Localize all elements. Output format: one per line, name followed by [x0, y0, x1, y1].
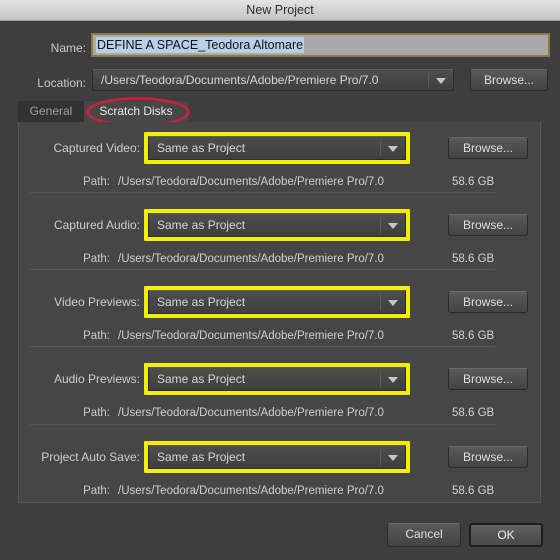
path-size-project-auto-save: 58.6 GB	[452, 485, 495, 497]
path-value-video-previews: /Users/Teodora/Documents/Adobe/Premiere …	[118, 330, 384, 342]
chevron-down-icon	[388, 455, 398, 461]
path-label-video-previews: Path:	[83, 330, 110, 342]
path-size-captured-video: 58.6 GB	[452, 176, 495, 188]
path-size-captured-audio: 58.6 GB	[452, 253, 495, 265]
select-project-auto-save[interactable]: Same as Project	[148, 445, 406, 469]
location-select-value: /Users/Teodora/Documents/Adobe/Premiere …	[101, 73, 379, 87]
select-captured-audio[interactable]: Same as Project	[148, 213, 406, 237]
section-divider	[30, 424, 495, 425]
project-name-value: DEFINE A SPACE_Teodora Altomare	[96, 37, 305, 53]
label-audio-previews: Audio Previews:	[53, 372, 140, 386]
select-captured-video[interactable]: Same as Project	[148, 136, 406, 160]
section-divider	[30, 192, 495, 193]
section-divider	[30, 269, 495, 270]
select-value-captured-video: Same as Project	[157, 141, 246, 155]
select-audio-previews[interactable]: Same as Project	[148, 367, 406, 391]
path-size-video-previews: 58.6 GB	[452, 330, 495, 342]
location-label: Location:	[37, 76, 86, 90]
select-separator	[380, 371, 381, 387]
browse-button-project-auto-save[interactable]: Browse...	[448, 446, 528, 468]
browse-button-audio-previews[interactable]: Browse...	[448, 368, 528, 390]
path-value-captured-audio: /Users/Teodora/Documents/Adobe/Premiere …	[118, 253, 384, 265]
path-label-project-auto-save: Path:	[83, 485, 110, 497]
location-select-separator	[428, 73, 429, 87]
tab-scratch-disks[interactable]: Scratch Disks	[84, 101, 188, 123]
select-separator	[380, 294, 381, 310]
label-project-auto-save: Project Auto Save:	[41, 450, 140, 464]
path-label-captured-video: Path:	[83, 176, 110, 188]
label-captured-video: Captured Video:	[53, 141, 140, 155]
select-value-video-previews: Same as Project	[157, 295, 246, 309]
window-title: New Project	[246, 3, 314, 17]
select-value-captured-audio: Same as Project	[157, 218, 246, 232]
path-label-audio-previews: Path:	[83, 407, 110, 419]
select-separator	[380, 140, 381, 156]
new-project-dialog: New Project Name: DEFINE A SPACE_Teodora…	[0, 0, 560, 560]
path-label-captured-audio: Path:	[83, 253, 110, 265]
project-name-input[interactable]: DEFINE A SPACE_Teodora Altomare	[92, 34, 549, 56]
location-browse-button[interactable]: Browse...	[470, 69, 548, 91]
select-value-audio-previews: Same as Project	[157, 372, 246, 386]
select-separator	[380, 449, 381, 465]
browse-button-captured-video[interactable]: Browse...	[448, 137, 528, 159]
browse-button-video-previews[interactable]: Browse...	[448, 291, 528, 313]
section-divider	[30, 346, 495, 347]
chevron-down-icon	[388, 300, 398, 306]
select-value-project-auto-save: Same as Project	[157, 450, 246, 464]
chevron-down-icon	[388, 377, 398, 383]
path-size-audio-previews: 58.6 GB	[452, 407, 495, 419]
label-captured-audio: Captured Audio:	[53, 218, 140, 232]
chevron-down-icon	[388, 223, 398, 229]
label-video-previews: Video Previews:	[54, 295, 140, 309]
chevron-down-icon	[388, 146, 398, 152]
name-label: Name:	[50, 41, 86, 55]
window-titlebar: New Project	[0, 0, 560, 21]
chevron-down-icon	[436, 78, 446, 84]
path-value-project-auto-save: /Users/Teodora/Documents/Adobe/Premiere …	[118, 485, 384, 497]
path-value-audio-previews: /Users/Teodora/Documents/Adobe/Premiere …	[118, 407, 384, 419]
tab-general[interactable]: General	[18, 101, 84, 123]
cancel-button[interactable]: Cancel	[387, 523, 461, 547]
select-separator	[380, 217, 381, 233]
location-select[interactable]: /Users/Teodora/Documents/Adobe/Premiere …	[92, 69, 454, 91]
select-video-previews[interactable]: Same as Project	[148, 290, 406, 314]
ok-button[interactable]: OK	[469, 523, 543, 547]
path-value-captured-video: /Users/Teodora/Documents/Adobe/Premiere …	[118, 176, 384, 188]
browse-button-captured-audio[interactable]: Browse...	[448, 214, 528, 236]
